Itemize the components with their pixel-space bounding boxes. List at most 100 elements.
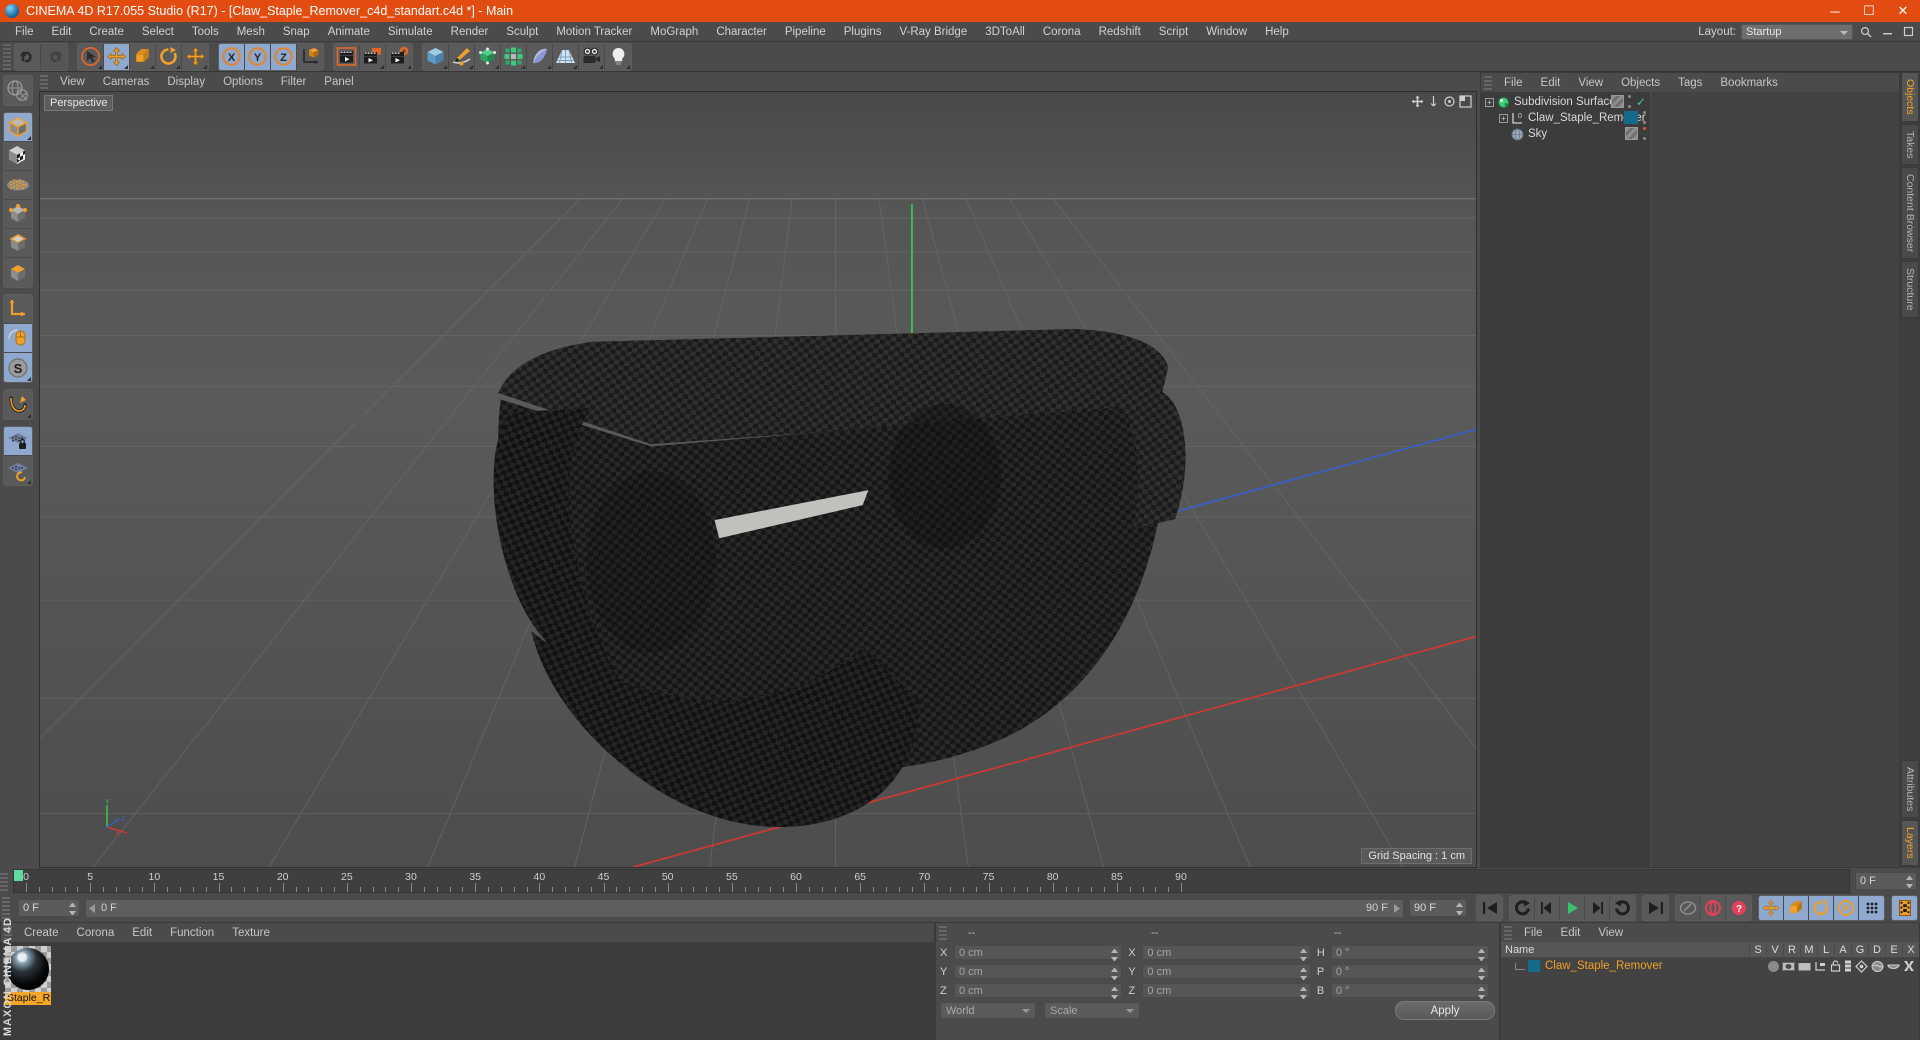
workplane-rotate-icon[interactable] [4,456,32,485]
size-z-input[interactable]: 0 cm [1142,983,1311,999]
polygons-mode-icon[interactable] [4,229,32,258]
move-duplicate-tool[interactable] [182,43,208,70]
attr-column-l[interactable]: L [1817,943,1834,956]
attr-column-e[interactable]: E [1885,943,1902,956]
menu-item-tools[interactable]: Tools [183,22,228,42]
go-to-end-button[interactable] [1643,896,1668,920]
vertical-tab-structure[interactable]: Structure [1901,261,1919,318]
layout-dropdown[interactable]: Startup [1741,23,1853,40]
stepper-icon[interactable] [1478,949,1485,961]
menu-item-create[interactable]: Create [80,22,133,42]
tag-display-icon[interactable] [1768,960,1779,972]
visibility-dots-icon[interactable] [1628,95,1632,108]
viewport-menu-panel[interactable]: Panel [315,76,362,88]
lock-workplane-icon[interactable] [4,427,32,456]
visibility-dots-icon[interactable] [1642,111,1646,124]
object-attributes-empty-area[interactable] [1501,974,1919,1040]
enable-axis-modification-icon[interactable] [4,295,32,324]
search-icon[interactable] [1858,24,1874,40]
play-button[interactable] [1560,896,1585,920]
render-view-button[interactable] [334,43,360,70]
viewport-menu-filter[interactable]: Filter [272,76,316,88]
expand-toggle-icon[interactable]: + [1485,97,1494,107]
vertical-tab-content-browser[interactable]: Content Browser [1901,167,1919,260]
stepper-icon[interactable] [1299,949,1307,961]
redo-button[interactable] [41,43,67,70]
add-camera-icon[interactable] [579,43,605,70]
visibility-toggle-icon[interactable] [1610,95,1624,108]
tag-expression-icon[interactable] [1903,960,1915,972]
record-active-objects-button[interactable] [1701,896,1726,920]
timeline-scrubber[interactable]: 0 F 90 F [85,898,1404,918]
material-manager-menu-corona[interactable]: Corona [68,927,124,939]
visibility-toggle-icon[interactable] [1625,127,1638,140]
tag-layer-icon[interactable] [1844,960,1852,972]
rotate-tool[interactable] [156,43,182,70]
material-manager-menu-edit[interactable]: Edit [123,927,161,939]
menu-item-render[interactable]: Render [442,22,498,42]
coordinate-space-dropdown[interactable]: World [940,1002,1036,1019]
object-attributes-row[interactable]: Claw_Staple_Remover [1501,958,1919,974]
attr-column-s[interactable]: S [1749,943,1766,956]
apply-button[interactable]: Apply [1395,1001,1495,1020]
autokeying-toggle-button[interactable]: ? [1726,896,1751,920]
object-manager-menu-view[interactable]: View [1569,77,1612,89]
menu-item-motion-tracker[interactable]: Motion Tracker [547,22,641,42]
render-to-picture-viewer-button[interactable] [360,43,386,70]
stepper-icon[interactable] [1111,987,1119,999]
lock-x-axis-button[interactable]: X [219,43,245,70]
menu-item-sculpt[interactable]: Sculpt [497,22,547,42]
add-light-icon[interactable] [605,43,631,70]
object-attributes-drag-handle[interactable] [1504,925,1512,940]
enabled-check-icon[interactable]: ✓ [1636,96,1646,108]
menu-item-animate[interactable]: Animate [319,22,379,42]
menu-item-v-ray-bridge[interactable]: V-Ray Bridge [890,22,976,42]
menu-item-window[interactable]: Window [1197,22,1256,42]
vertical-tab-attributes[interactable]: Attributes [1901,760,1919,819]
visibility-dots-icon[interactable] [1642,127,1646,140]
close-button[interactable]: ✕ [1886,0,1920,22]
live-selection-tool[interactable] [78,43,104,70]
object-manager-menu-bookmarks[interactable]: Bookmarks [1711,77,1787,89]
toolbar-drag-handle[interactable] [3,43,11,70]
perspective-viewport[interactable]: Perspective Y Z X Grid Spacing : 1 cm [39,91,1477,868]
preview-end-field[interactable]: 90 F [1409,899,1467,917]
lock-y-axis-button[interactable]: Y [245,43,271,70]
step-forward-button[interactable] [1585,896,1610,920]
menu-item-snap[interactable]: Snap [274,22,319,42]
menu-item-select[interactable]: Select [133,22,183,42]
size-x-input[interactable]: 0 cm [1142,945,1311,961]
object-attributes-menu-file[interactable]: File [1515,927,1552,939]
move-tool[interactable] [104,43,130,70]
timeline-drag-handle[interactable] [0,871,8,891]
stepper-icon[interactable] [1478,987,1485,999]
polygon-face-mode-icon[interactable] [4,258,32,287]
menu-item-simulate[interactable]: Simulate [379,22,442,42]
add-spline-icon[interactable] [449,43,475,70]
animation-mode-button[interactable] [1892,896,1917,920]
attr-column-a[interactable]: A [1834,943,1851,956]
scale-tool[interactable] [130,43,156,70]
points-mode-icon[interactable] [4,171,32,200]
object-attributes-menu-edit[interactable]: Edit [1552,927,1590,939]
attr-column-x[interactable]: X [1902,943,1919,956]
material-manager-menu-create[interactable]: Create [15,927,68,939]
go-to-previous-key-button[interactable] [1510,896,1535,920]
viewport-menu-cameras[interactable]: Cameras [94,76,159,88]
position-y-input[interactable]: 0 cm [954,964,1123,980]
rotation-h-input[interactable]: 0 ° [1330,945,1489,961]
tag-lock-icon[interactable] [1830,960,1841,972]
expand-toggle-icon[interactable]: + [1499,113,1508,123]
snap-toggle-icon[interactable]: S [4,353,32,382]
coordinates-drag-handle[interactable] [939,925,947,940]
add-nurbs-icon[interactable] [475,43,501,70]
menu-item-3dtoall[interactable]: 3DToAll [976,22,1034,42]
menu-item-mesh[interactable]: Mesh [228,22,274,42]
autokeying-button[interactable] [1676,896,1701,920]
tag-render-icon[interactable] [1798,960,1811,972]
menu-item-help[interactable]: Help [1256,22,1298,42]
world-object-coordinates-button[interactable] [297,43,323,70]
position-z-input[interactable]: 0 cm [954,983,1123,999]
vertical-tab-objects[interactable]: Objects [1901,72,1919,122]
key-position-button[interactable] [1759,896,1784,920]
